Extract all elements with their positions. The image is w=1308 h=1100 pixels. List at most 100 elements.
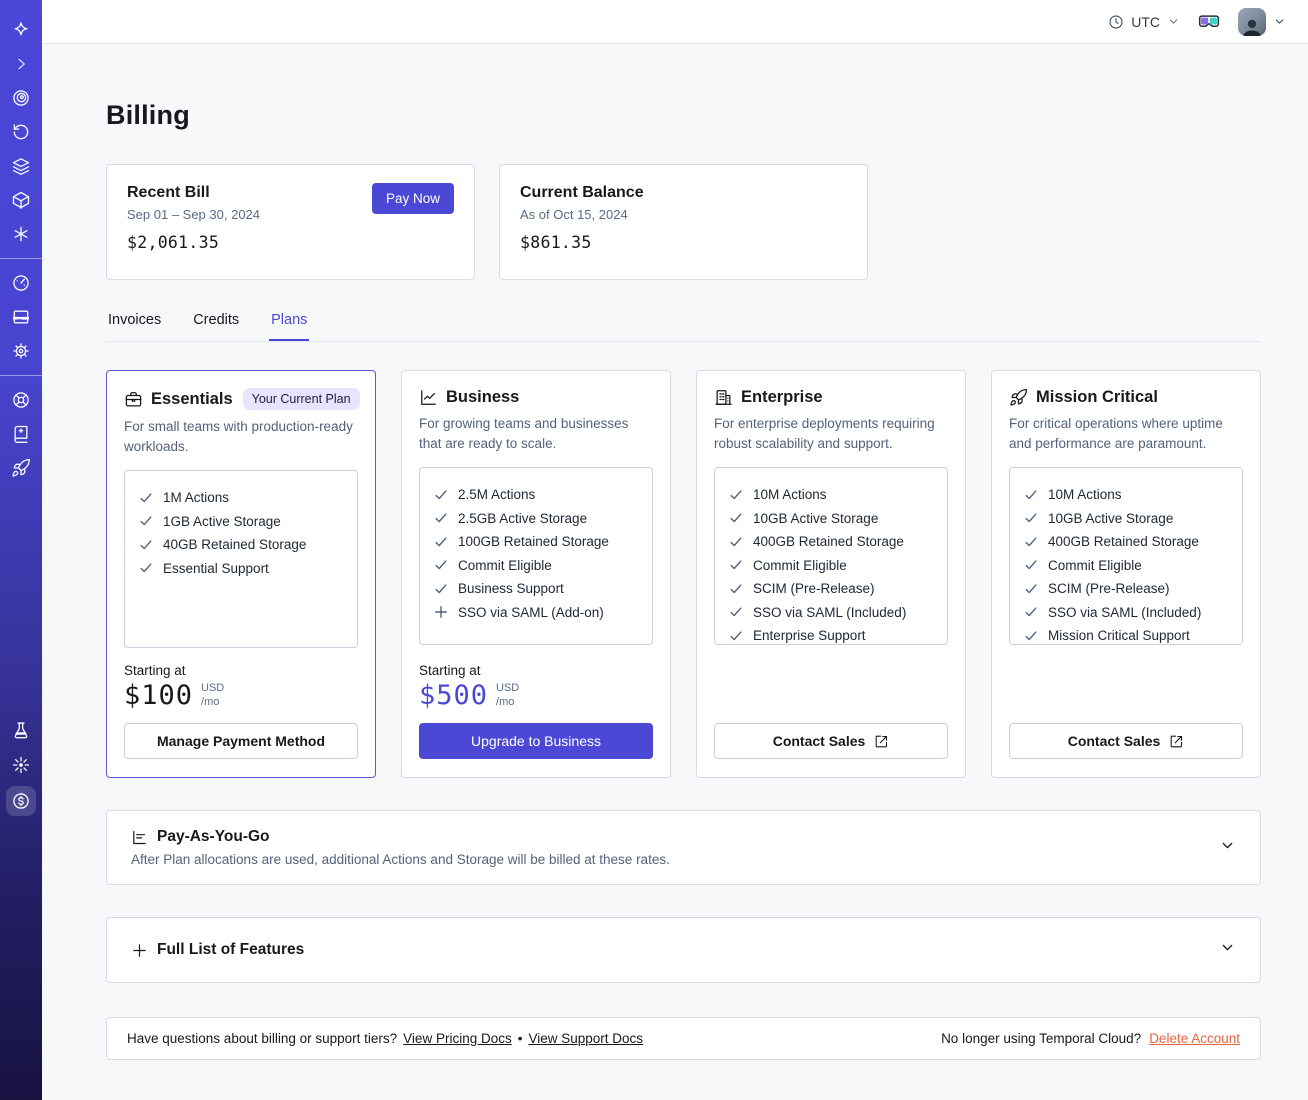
clock-icon — [1109, 15, 1123, 28]
gear-icon[interactable] — [0, 334, 42, 368]
recent-bill-amount: $2,061.35 — [127, 233, 220, 252]
plan-feature-label: 100GB Retained Storage — [458, 534, 609, 549]
plan-card-essentials: Essentials Your Current Plan For small t… — [106, 370, 376, 778]
check-icon — [1024, 535, 1038, 549]
briefcase-icon — [125, 391, 142, 406]
contact-sales-label: Contact Sales — [1067, 733, 1161, 749]
view-support-docs-link[interactable]: View Support Docs — [528, 1031, 643, 1046]
check-icon — [729, 511, 743, 525]
chevron-down-icon — [1275, 19, 1284, 24]
tab-invoices[interactable]: Invoices — [106, 306, 163, 341]
delete-account-link[interactable]: Delete Account — [1149, 1031, 1240, 1046]
cube-icon[interactable] — [0, 183, 42, 217]
recent-bill-card: Recent Bill Sep 01 – Sep 30, 2024 $2,061… — [106, 164, 475, 280]
rocket-icon[interactable] — [0, 451, 42, 485]
plan-feature: Essential Support — [139, 561, 343, 576]
accordion-title: Full List of Features — [157, 941, 305, 958]
price-period: /mo — [201, 695, 220, 708]
plan-feature-box: 1M Actions 1GB Active Storage 40GB Retaine… — [124, 470, 358, 648]
plan-feature-label: 400GB Retained Storage — [753, 534, 904, 549]
history-clock-icon[interactable] — [0, 115, 42, 149]
manage-payment-method-button[interactable]: Manage Payment Method — [124, 723, 358, 759]
plan-feature-label: Essential Support — [163, 560, 269, 576]
topbar: UTC — [42, 0, 1308, 44]
current-balance-title: Current Balance — [520, 184, 644, 201]
plan-feature: 10M Actions — [729, 487, 933, 502]
tab-credits[interactable]: Credits — [191, 306, 241, 341]
plan-feature: SSO via SAML (Included) — [729, 605, 933, 620]
plan-feature: 100GB Retained Storage — [434, 534, 638, 549]
tab-plans[interactable]: Plans — [269, 306, 310, 341]
billing-coin-icon — [13, 793, 29, 809]
plan-feature-label: Enterprise Support — [753, 628, 866, 643]
plan-feature-label: SCIM (Pre-Release) — [1048, 581, 1170, 596]
plan-feature-label: 2.5M Actions — [458, 487, 536, 502]
timezone-selector[interactable]: UTC — [1108, 14, 1180, 30]
price-amount: $500 — [419, 680, 489, 711]
plan-card-business: Business For growing teams and businesse… — [401, 370, 671, 778]
asterisk-icon[interactable] — [0, 217, 42, 251]
namespaces-rings-icon[interactable] — [0, 81, 42, 115]
sparkle-icon[interactable] — [0, 748, 42, 782]
pay-as-you-go-accordion[interactable]: Pay-As-You-Go After Plan allocations are… — [106, 810, 1261, 885]
check-icon — [729, 605, 743, 619]
check-icon — [434, 535, 448, 549]
check-icon — [1024, 558, 1038, 572]
current-plan-badge: Your Current Plan — [242, 388, 360, 410]
sidebar-item-billing-active[interactable] — [6, 786, 36, 816]
price-currency: USD — [201, 681, 225, 694]
plan-name: Enterprise — [741, 388, 823, 406]
summary-row: Recent Bill Sep 01 – Sep 30, 2024 $2,061… — [106, 164, 1261, 280]
app-window: UTC Billing Recent Bill Sep 01 – Sep 30,… — [0, 0, 1308, 1100]
current-balance-card: Current Balance As of Oct 15, 2024 $861.… — [499, 164, 868, 280]
pay-now-button[interactable]: Pay Now — [371, 183, 454, 214]
plan-feature-label: 10M Actions — [753, 487, 827, 502]
plan-feature: 10M Actions — [1024, 487, 1228, 502]
view-pricing-docs-link[interactable]: View Pricing Docs — [403, 1031, 512, 1046]
chevron-down-icon[interactable] — [1219, 939, 1236, 961]
plan-feature-label: 1GB Active Storage — [163, 513, 281, 529]
rates-chart-icon — [133, 830, 146, 844]
plan-feature: 10GB Active Storage — [729, 511, 933, 526]
plan-feature: 2.5M Actions — [434, 487, 638, 502]
plan-feature-label: Commit Eligible — [458, 557, 552, 573]
rocket-icon — [1010, 388, 1028, 406]
account-menu[interactable] — [1238, 7, 1286, 36]
plan-description: For enterprise deployments requiring rob… — [714, 416, 935, 451]
upgrade-to-business-button[interactable]: Upgrade to Business — [419, 723, 653, 759]
plan-feature-label: 10GB Active Storage — [753, 510, 879, 526]
price-period: /mo — [496, 695, 515, 708]
billing-card-icon[interactable] — [0, 300, 42, 334]
plan-feature-label: SSO via SAML (Included) — [1048, 604, 1202, 620]
plan-feature: 40GB Retained Storage — [139, 537, 343, 552]
chevron-right-icon[interactable] — [0, 47, 42, 81]
chevron-down-icon[interactable] — [1219, 837, 1236, 859]
check-icon — [729, 558, 743, 572]
check-icon — [729, 488, 743, 502]
check-icon — [1024, 488, 1038, 502]
plan-feature-box: 10M Actions 10GB Active Storage 400GB Reta… — [714, 467, 948, 645]
price-amount: $100 — [124, 680, 194, 711]
plan-card-enterprise: Enterprise For enterprise deployments re… — [696, 370, 966, 778]
line-chart-icon — [421, 390, 436, 405]
check-icon — [139, 514, 153, 528]
navigator-star-icon[interactable] — [0, 13, 42, 47]
building-icon — [715, 390, 732, 405]
lifebuoy-icon[interactable] — [0, 383, 42, 417]
sidebar — [0, 0, 42, 1100]
goggles-icon[interactable] — [1198, 14, 1220, 30]
docs-book-icon[interactable] — [0, 417, 42, 451]
plan-feature-label: Business Support — [458, 581, 564, 596]
plan-feature: 400GB Retained Storage — [729, 534, 933, 549]
check-icon — [434, 582, 448, 596]
full-feature-list-accordion[interactable]: Full List of Features — [106, 917, 1261, 983]
plan-feature-label: Mission Critical Support — [1048, 628, 1190, 643]
flask-icon[interactable] — [0, 714, 42, 748]
contact-sales-button[interactable]: Contact Sales — [1009, 723, 1243, 759]
contact-sales-button[interactable]: Contact Sales — [714, 723, 948, 759]
plan-feature-box: 10M Actions 10GB Active Storage 400GB Reta… — [1009, 467, 1243, 645]
check-icon — [729, 582, 743, 596]
layers-icon[interactable] — [0, 149, 42, 183]
footer-right-text: No longer using Temporal Cloud? — [941, 1031, 1142, 1046]
usage-gauge-icon[interactable] — [0, 266, 42, 300]
